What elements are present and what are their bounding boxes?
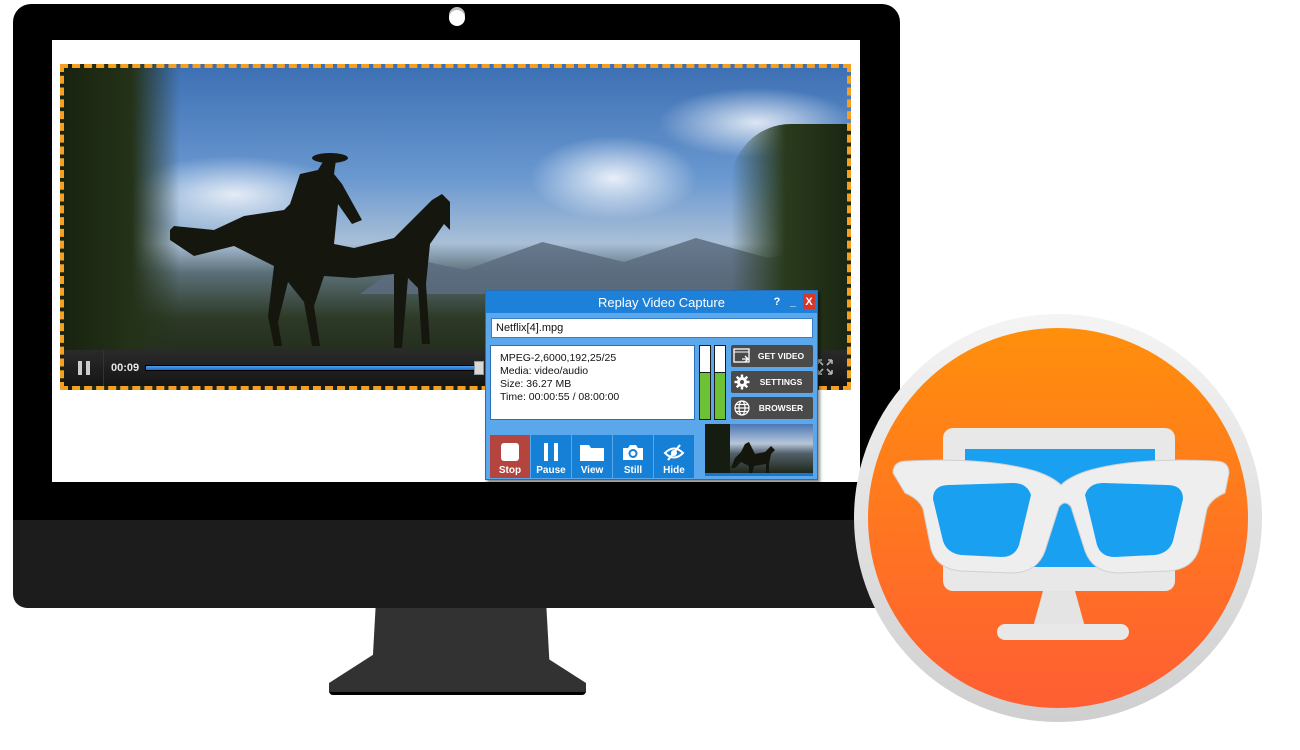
replay-video-capture-window: Replay Video Capture ? _ X Netflix[4].mp…	[485, 290, 818, 480]
player-elapsed-time: 00:09	[111, 362, 140, 374]
capture-info-panel: MPEG-2,6000,192,25/25 Media: video/audio…	[490, 345, 695, 420]
pause-icon	[541, 439, 561, 465]
stop-label: Stop	[498, 465, 522, 476]
hide-button[interactable]: Hide	[654, 435, 694, 478]
audio-meter-right	[714, 345, 726, 420]
gear-icon	[731, 371, 753, 393]
minimize-button[interactable]: _	[787, 294, 799, 309]
player-seek-bar[interactable]	[145, 361, 484, 375]
browser-button[interactable]: BROWSER	[731, 397, 813, 419]
window-title: Replay Video Capture	[598, 294, 725, 310]
view-button[interactable]: View	[572, 435, 612, 478]
view-label: View	[580, 465, 604, 476]
still-button[interactable]: Still	[613, 435, 653, 478]
player-seek-thumb[interactable]	[473, 361, 484, 375]
settings-label: SETTINGS	[759, 377, 803, 387]
window-titlebar[interactable]: Replay Video Capture ? _ X	[486, 291, 817, 313]
format-text: MPEG-2,6000,192,25/25	[500, 352, 617, 364]
still-label: Still	[623, 465, 643, 476]
monitor-stand-base	[329, 655, 586, 695]
close-button[interactable]: X	[803, 294, 815, 309]
app-logo-icon	[854, 314, 1262, 722]
globe-icon	[731, 397, 753, 419]
horse-rider-silhouette	[170, 153, 450, 348]
time-text: Time: 00:00:55 / 08:00:00	[500, 391, 620, 403]
stop-button[interactable]: Stop	[490, 435, 530, 478]
browser-label: BROWSER	[758, 403, 804, 413]
get-video-button[interactable]: GET VIDEO	[731, 345, 813, 367]
fullscreen-icon[interactable]	[816, 358, 834, 376]
filename-field[interactable]: Netflix[4].mpg	[491, 318, 813, 338]
capture-preview-thumbnail	[705, 424, 813, 476]
audio-meter-left	[699, 345, 711, 420]
help-button[interactable]: ?	[771, 294, 783, 309]
get-video-icon	[731, 345, 753, 367]
folder-icon	[579, 439, 605, 465]
pause-button[interactable]: Pause	[531, 435, 571, 478]
media-text: Media: video/audio	[500, 365, 589, 377]
player-pause-button[interactable]	[64, 350, 104, 386]
pause-label: Pause	[536, 465, 566, 476]
audio-level-meters	[699, 345, 726, 420]
stop-icon	[500, 439, 520, 465]
audio-meter-left-level	[700, 371, 710, 419]
size-text: Size: 36.27 MB	[500, 378, 572, 390]
audio-meter-right-level	[715, 371, 725, 419]
player-seek-fill	[146, 366, 479, 370]
settings-button[interactable]: SETTINGS	[731, 371, 813, 393]
hide-label: Hide	[663, 465, 685, 476]
eye-slash-icon	[663, 439, 685, 465]
camera-icon	[622, 439, 644, 465]
monitor-chin	[13, 520, 900, 608]
video-trees-left	[60, 64, 180, 390]
webcam-icon	[449, 10, 465, 26]
get-video-label: GET VIDEO	[757, 351, 805, 361]
capture-action-toolbar: Stop Pause View Still Hide	[490, 435, 694, 478]
